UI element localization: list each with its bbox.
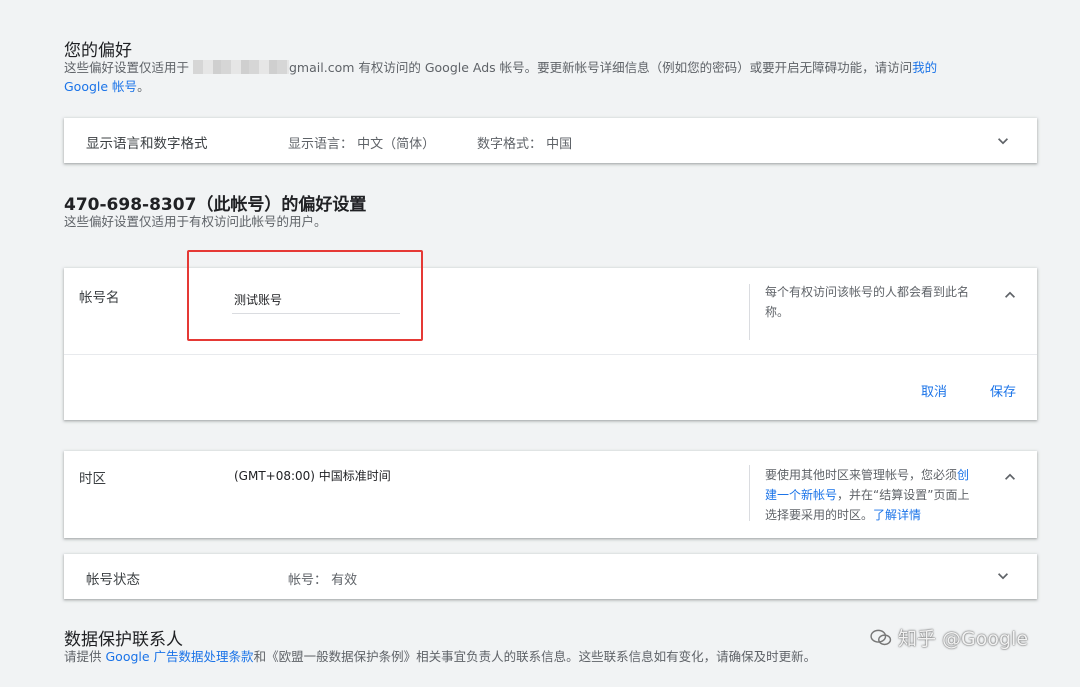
divider [749,284,750,340]
learn-more-link[interactable]: 了解详情 [873,508,921,522]
data-protection-text-2: 和《欧盟一般数据保护条例》相关事宜负责人的联系信息。这些联系信息如有变化，请确保… [253,649,817,664]
highlight-box [187,250,423,341]
timezone-help: 要使用其他时区来管理帐号，您必须创建一个新帐号，并在“结算设置”页面上选择要采用… [765,465,977,525]
divider [749,465,750,521]
timezone-card: 时区 (GMT+08:00) 中国标准时间 要使用其他时区来管理帐号，您必须创建… [64,451,1037,538]
preferences-desc-end: 。 [137,79,150,94]
preferences-description: 这些偏好设置仅适用于 gmail.com 有权访问的 Google Ads 帐号… [64,58,1039,96]
chevron-up-icon[interactable] [1000,285,1020,305]
google-account-link[interactable]: Google 帐号 [64,79,137,94]
account-status-card[interactable]: 帐号状态 帐号： 有效 [64,554,1037,599]
preferences-desc-text: 这些偏好设置仅适用于 [64,60,190,75]
display-language-value: 显示语言： 中文（简体） [288,137,436,152]
account-prefs-description: 这些偏好设置仅适用于有权访问此帐号的用户。 [64,214,327,229]
chevron-down-icon[interactable] [993,566,1013,586]
language-format-card[interactable]: 显示语言和数字格式 显示语言： 中文（简体） 数字格式： 中国 [64,118,1037,163]
timezone-help-text: 要使用其他时区来管理帐号，您必须 [765,468,958,482]
number-format-value: 数字格式： 中国 [477,137,573,152]
redacted-email [193,60,289,74]
my-google-account-link[interactable]: 我的 [912,60,937,75]
data-protection-text: 请提供 [64,649,102,664]
account-status-label: 帐号状态 [86,572,140,588]
watermark-text: 知乎 @Google [898,628,1029,650]
preferences-desc-text-2: gmail.com 有权访问的 Google Ads 帐号。要更新帐号详细信息（… [289,60,913,75]
chevron-up-icon[interactable] [1000,467,1020,487]
data-processing-terms-link[interactable]: Google 广告数据处理条款 [106,649,254,664]
card-divider [64,354,1037,355]
cancel-button[interactable]: 取消 [921,381,947,400]
wechat-icon [870,629,892,647]
language-format-label: 显示语言和数字格式 [86,136,208,152]
timezone-label: 时区 [79,471,106,487]
account-name-help: 每个有权访问该帐号的人都会看到此名称。 [765,285,970,319]
account-name-label: 帐号名 [79,290,120,306]
chevron-down-icon[interactable] [993,131,1013,151]
watermark: 知乎 @Google [870,624,1028,651]
timezone-value: (GMT+08:00) 中国标准时间 [234,469,391,483]
account-status-value: 帐号： 有效 [288,573,358,588]
save-button[interactable]: 保存 [990,381,1016,400]
